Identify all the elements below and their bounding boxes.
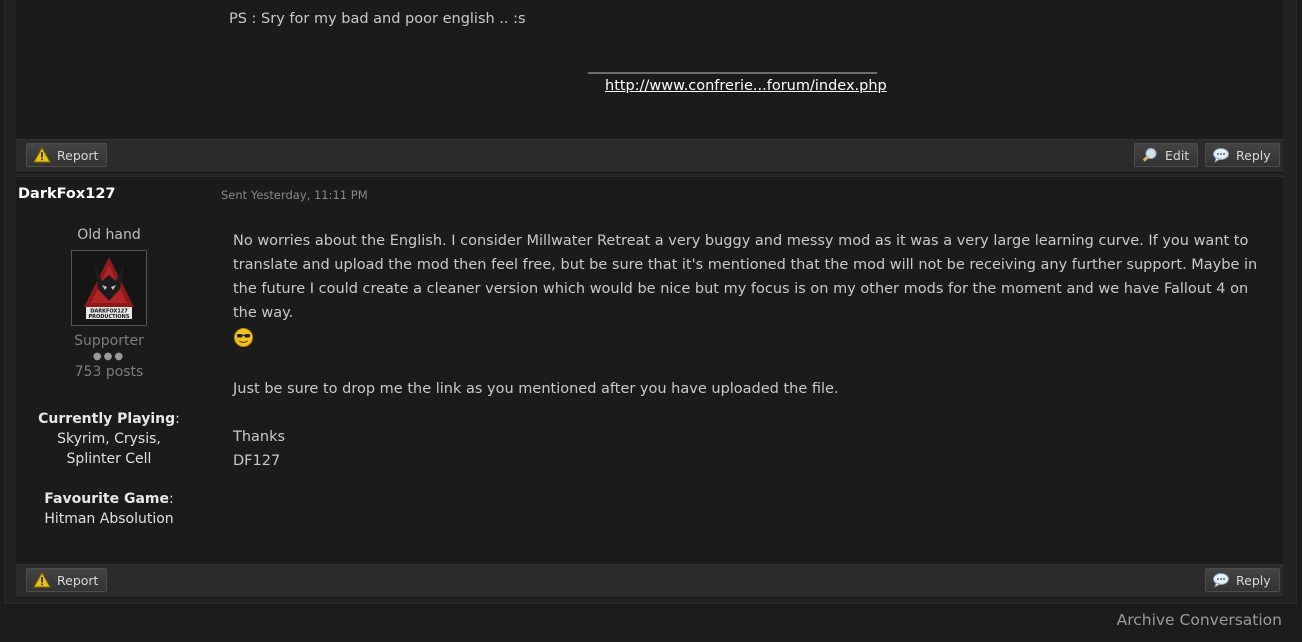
edit-label: Edit (1165, 147, 1190, 163)
report-label: Report (57, 147, 99, 163)
favourite-game-value: Hitman Absolution (44, 511, 174, 527)
speech-bubble-icon (1212, 147, 1230, 163)
report-label: Report (57, 572, 99, 588)
speech-bubble-icon (1212, 572, 1230, 588)
post-count: 753 posts (74, 364, 144, 380)
post-thanks: Thanks (233, 429, 286, 445)
reply-label: Reply (1236, 147, 1271, 163)
edit-button[interactable]: Edit (1134, 143, 1199, 167)
rank-pips: ●●● (92, 351, 126, 362)
currently-playing-label: Currently Playing (38, 411, 176, 427)
member-group: Supporter (74, 333, 144, 349)
custom-field-currently-playing: Currently Playing: Skyrim, Crysis, Splin… (18, 409, 200, 469)
post-actions-bar: Report Edit Reply (16, 139, 1283, 173)
reply-button[interactable]: Reply (1205, 568, 1280, 592)
archive-conversation-link[interactable]: Archive Conversation (1117, 611, 1282, 629)
custom-field-favourite-game: Favourite Game: Hitman Absolution (18, 489, 200, 529)
warning-icon (33, 571, 51, 588)
post-body: No worries about the English. I consider… (233, 229, 1273, 473)
message-post-1: PS : Sry for my bad and poor english .. … (16, 0, 1283, 139)
warning-icon (33, 146, 51, 163)
currently-playing-value: Skyrim, Crysis, Splinter Cell (57, 431, 161, 467)
fox-logo-icon: DARKFOX127 PRODUCTIONS (72, 251, 146, 325)
member-rank: Old hand (77, 227, 141, 243)
reply-label: Reply (1236, 572, 1271, 588)
avatar-text-line2: PRODUCTIONS (89, 314, 130, 320)
signature-divider: ________________________________________… (588, 58, 877, 74)
report-button[interactable]: Report (26, 568, 108, 592)
post-paragraph-2: Just be sure to drop me the link as you … (233, 381, 839, 397)
cool-smiley-icon (233, 327, 254, 356)
sent-timestamp: Sent Yesterday, 11:11 PM (221, 188, 368, 202)
report-button[interactable]: Report (26, 143, 108, 167)
post-paragraph-1: No worries about the English. I consider… (233, 229, 1273, 356)
avatar[interactable]: DARKFOX127 PRODUCTIONS (71, 250, 147, 326)
favourite-game-label: Favourite Game (44, 491, 169, 507)
author-name[interactable]: DarkFox127 (18, 186, 116, 202)
signature-link[interactable]: http://www.confrerie...forum/index.php (605, 78, 887, 94)
edit-magnifier-icon (1141, 147, 1159, 163)
reply-button[interactable]: Reply (1205, 143, 1280, 167)
author-info-sidebar: Old hand DARKFOX127 PRODUCTIONS Supporte… (18, 226, 200, 529)
post-signoff: DF127 (233, 453, 281, 469)
post-text: PS : Sry for my bad and poor english .. … (229, 11, 526, 27)
post-actions-bar: Report Reply (16, 564, 1283, 598)
